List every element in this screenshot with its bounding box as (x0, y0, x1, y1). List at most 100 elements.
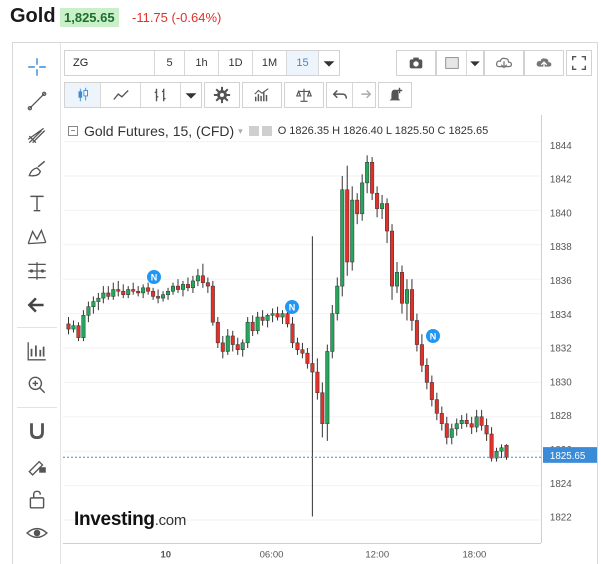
candle-body (449, 428, 454, 438)
chevron-down-icon[interactable] (181, 83, 201, 107)
settings-button[interactable] (204, 82, 240, 108)
eye-icon[interactable] (248, 126, 259, 136)
interval-15[interactable]: 15 (287, 51, 319, 75)
candle-body (330, 313, 335, 352)
candle-body (161, 294, 166, 299)
fib-icon[interactable] (23, 257, 51, 285)
gear-icon[interactable] (261, 126, 272, 136)
y-tick-label: 1824 (550, 479, 572, 490)
settings-icon (205, 83, 239, 107)
candle-body (230, 335, 235, 345)
compare-symbols-button[interactable] (284, 82, 324, 108)
last-price-badge: 1,825.65 (60, 8, 119, 27)
measure-icon[interactable] (23, 337, 51, 365)
back-arrow-icon[interactable] (23, 291, 51, 319)
news-marker-label: N (151, 273, 158, 283)
chevron-down-icon (467, 51, 483, 75)
cloud-save-button[interactable] (524, 50, 564, 76)
candle-body (121, 290, 126, 295)
candle-body (111, 289, 116, 297)
candle-body (300, 349, 305, 354)
y-tick-label: 1836 (550, 276, 572, 287)
candlestick-icon[interactable] (65, 83, 101, 107)
candle-body (81, 315, 86, 338)
eye-icon[interactable] (23, 519, 51, 547)
cloud-upload-icon (525, 51, 563, 75)
symbol-input[interactable]: ZG (65, 51, 155, 75)
indicators-button[interactable] (242, 82, 282, 108)
compare-icon[interactable] (141, 83, 181, 107)
candle-body (275, 313, 280, 318)
instrument-title: Gold (10, 5, 56, 27)
undo-icon[interactable] (327, 83, 353, 107)
candle-body (305, 352, 310, 364)
redo-icon[interactable] (353, 83, 375, 107)
candle-body (365, 161, 370, 184)
camera-icon (397, 51, 435, 75)
fullscreen-button[interactable] (566, 50, 592, 76)
chevron-down-icon[interactable] (319, 51, 339, 75)
legend-collapse-icon[interactable] (68, 126, 78, 136)
time-axis[interactable]: 10 06:00 12:00 18:00 (63, 543, 541, 564)
candle-body (404, 289, 409, 304)
candle-body (245, 321, 250, 344)
y-tick-label: 1828 (550, 411, 572, 422)
pattern-icon[interactable] (23, 223, 51, 251)
candle-body (240, 342, 245, 350)
line-chart-icon[interactable] (101, 83, 141, 107)
fullscreen-icon (567, 51, 591, 75)
zoom-icon[interactable] (23, 371, 51, 399)
indicators-icon (243, 83, 281, 107)
toolbar-divider (17, 327, 57, 328)
candle-body (380, 203, 385, 209)
interval-1m[interactable]: 1M (253, 51, 287, 75)
candle-body (424, 364, 429, 383)
candle-body (290, 323, 295, 344)
candle-body (375, 192, 380, 209)
candle-body (429, 382, 434, 400)
candle-body (385, 203, 390, 232)
unlock-icon[interactable] (23, 485, 51, 513)
candle-body (499, 447, 504, 452)
candle-body (469, 423, 474, 428)
candle-body (116, 289, 121, 292)
interval-1d[interactable]: 1D (219, 51, 253, 75)
price-axis[interactable]: 1822182418261828183018321834183618381840… (541, 115, 598, 543)
candle-body (166, 290, 171, 295)
candle-body (141, 287, 146, 294)
trend-line-icon[interactable] (23, 87, 51, 115)
candle-body (360, 182, 365, 215)
interval-1h[interactable]: 1h (185, 51, 219, 75)
candle-body (156, 296, 161, 299)
y-tick-label: 1840 (550, 208, 572, 219)
cloud-load-button[interactable] (484, 50, 524, 76)
candle-body (195, 275, 200, 282)
screenshot-button[interactable] (396, 50, 436, 76)
candle-body (325, 351, 330, 424)
price-chart[interactable]: N N N (63, 115, 541, 543)
chevron-down-icon[interactable]: ▾ (238, 126, 243, 137)
pitchfork-icon[interactable] (23, 121, 51, 149)
candle-body (419, 344, 424, 366)
candle-body (370, 161, 375, 194)
candle-body (225, 335, 230, 352)
interval-5[interactable]: 5 (155, 51, 185, 75)
price-change: -11.75 (-0.64%) (132, 10, 222, 25)
text-icon[interactable] (23, 189, 51, 217)
candle-body (315, 371, 320, 393)
brush-icon[interactable] (23, 155, 51, 183)
candle-body (355, 199, 360, 215)
y-tick-label: 1844 (550, 141, 572, 152)
candle-body (250, 321, 255, 332)
lock-drawing-icon[interactable] (23, 451, 51, 479)
candle-body (171, 285, 176, 292)
watermark-brand: Investing (74, 509, 155, 530)
candle-body (205, 282, 210, 287)
crosshair-icon[interactable] (23, 53, 51, 81)
candle-body (146, 287, 151, 292)
news-marker-label: N (289, 303, 296, 313)
candle-body (96, 297, 101, 302)
add-alert-button[interactable] (378, 82, 412, 108)
magnet-icon[interactable] (23, 417, 51, 445)
color-picker-button[interactable] (436, 50, 484, 76)
